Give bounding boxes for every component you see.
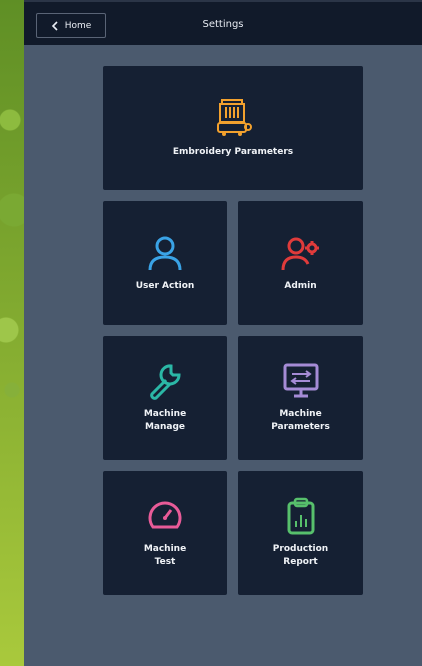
tile-label: Production Report xyxy=(272,544,329,567)
settings-screen: Home Settings Embroidery Parameters User… xyxy=(24,0,422,666)
gauge-icon xyxy=(148,501,182,529)
wrench-icon xyxy=(150,364,181,400)
admin-user-gear-icon xyxy=(281,237,319,270)
tile-label: User Action xyxy=(135,280,195,291)
tile-label: Machine Test xyxy=(143,544,187,567)
tile-label: Machine Manage xyxy=(143,409,187,432)
tile-label: Embroidery Parameters xyxy=(172,146,294,157)
tile-production-report[interactable]: Production Report xyxy=(238,471,363,595)
page-title: Settings xyxy=(202,19,244,30)
monitor-settings-icon xyxy=(283,363,318,398)
embroidery-machine-icon xyxy=(217,98,252,136)
top-bar: Home Settings xyxy=(24,0,422,45)
tile-user-action[interactable]: User Action xyxy=(103,201,227,325)
tile-machine-parameters[interactable]: Machine Parameters xyxy=(238,336,363,460)
tile-machine-test[interactable]: Machine Test xyxy=(103,471,227,595)
tile-label: Admin xyxy=(284,280,317,291)
tile-embroidery-parameters[interactable]: Embroidery Parameters xyxy=(103,66,363,190)
tile-machine-manage[interactable]: Machine Manage xyxy=(103,336,227,460)
tile-admin[interactable]: Admin xyxy=(238,201,363,325)
clipboard-chart-icon xyxy=(287,497,314,535)
background-strip xyxy=(0,0,24,666)
tile-label: Machine Parameters xyxy=(271,409,330,432)
user-icon xyxy=(148,236,182,270)
